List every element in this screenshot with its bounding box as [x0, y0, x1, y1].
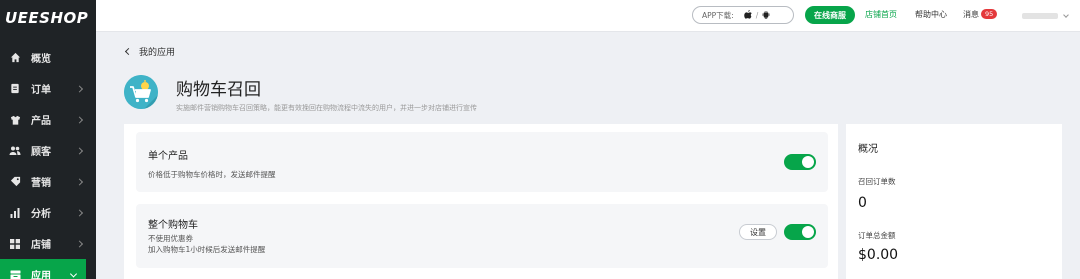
whole-cart-toggle[interactable]	[784, 224, 816, 240]
messages-link[interactable]: 消息 95	[963, 9, 998, 20]
sidebar-item-customers[interactable]: 顾客	[0, 135, 96, 166]
single-product-toggle[interactable]	[784, 154, 816, 170]
overview-title: 概况	[858, 144, 878, 155]
app-divider: /	[755, 10, 759, 20]
app-icon	[9, 269, 21, 279]
user-menu[interactable]	[1022, 13, 1058, 19]
back-arrow-icon[interactable]	[124, 47, 133, 56]
store-grid-icon	[9, 238, 21, 250]
recalled-orders-label: 召回订单数	[858, 177, 896, 186]
app-download-label: APP下载:	[702, 10, 734, 20]
online-store-button[interactable]: 在线商服	[805, 6, 855, 24]
cart-recall-app-icon	[124, 75, 158, 109]
order-icon	[9, 83, 21, 95]
sidebar-item-apps[interactable]: 应用	[0, 259, 86, 279]
setting-description: 价格低于购物车价格时，发送邮件提醒	[148, 170, 276, 179]
chevron-right-icon	[75, 177, 84, 186]
help-center-link[interactable]: 帮助中心	[915, 9, 947, 20]
sidebar-item-analytics[interactable]: 分析	[0, 197, 96, 228]
overview-card: 概况 召回订单数 0 订单总金额 $0.00	[846, 124, 1062, 279]
shop-home-link[interactable]: 店铺首页	[865, 9, 897, 20]
chevron-right-icon	[75, 115, 84, 124]
settings-card: 单个产品 价格低于购物车价格时，发送邮件提醒 整个购物车 不使用优惠券 加入购物…	[124, 124, 838, 279]
product-icon	[9, 114, 21, 126]
tag-icon	[9, 176, 21, 188]
app-download[interactable]: APP下载: /	[692, 6, 794, 24]
cart-settings-button[interactable]: 设置	[739, 224, 777, 240]
messages-count-badge: 95	[981, 9, 998, 19]
sidebar-item-label: 产品	[31, 116, 51, 127]
page-title: 购物车召回	[176, 80, 261, 100]
chevron-right-icon	[75, 146, 84, 155]
sidebar-item-label: 订单	[31, 85, 51, 96]
sidebar: UEESHOP 概览 订单 产品 顾客 营销 分析 店铺 应用	[0, 0, 96, 279]
chevron-right-icon	[75, 239, 84, 248]
setting-row-whole-cart: 整个购物车 不使用优惠券 加入购物车1小时候后发送邮件提醒 设置	[136, 204, 828, 268]
sidebar-item-label: 店铺	[31, 240, 51, 251]
page-description: 实施邮件营销购物车召回策略，能更有效挽回在购物流程中流失的用户，并进一步对店铺进…	[176, 104, 477, 112]
sidebar-item-label: 应用	[31, 271, 51, 279]
chevron-down-icon	[69, 269, 78, 278]
sidebar-item-label: 营销	[31, 178, 51, 189]
sidebar-item-label: 分析	[31, 209, 51, 220]
order-total-label: 订单总金额	[858, 231, 896, 240]
sidebar-item-orders[interactable]: 订单	[0, 73, 96, 104]
breadcrumb-back-label[interactable]: 我的应用	[139, 45, 175, 58]
brand-logo-text: UEESHOP	[5, 9, 89, 27]
setting-title: 整个购物车	[148, 220, 198, 231]
setting-description: 不使用优惠券	[148, 234, 193, 243]
setting-title: 单个产品	[148, 151, 188, 162]
sidebar-item-products[interactable]: 产品	[0, 104, 96, 135]
sidebar-item-label: 概览	[31, 54, 51, 65]
chevron-down-icon[interactable]	[1063, 12, 1069, 18]
home-icon	[9, 52, 21, 64]
chevron-right-icon	[75, 84, 84, 93]
sidebar-nav: 概览 订单 产品 顾客 营销 分析 店铺 应用	[0, 42, 96, 279]
recalled-orders-value: 0	[858, 195, 867, 211]
order-total-value: $0.00	[858, 247, 899, 263]
setting-row-single-product: 单个产品 价格低于购物车价格时，发送邮件提醒	[136, 132, 828, 192]
setting-description: 加入购物车1小时候后发送邮件提醒	[148, 245, 266, 254]
customers-icon	[9, 145, 21, 157]
sidebar-item-store[interactable]: 店铺	[0, 228, 96, 259]
sidebar-item-overview[interactable]: 概览	[0, 42, 96, 73]
chevron-right-icon	[75, 208, 84, 217]
apple-icon[interactable]	[743, 9, 752, 21]
android-icon[interactable]	[762, 10, 770, 21]
breadcrumb[interactable]: 我的应用	[124, 45, 175, 58]
sidebar-item-label: 顾客	[31, 147, 51, 158]
brand-logo[interactable]: UEESHOP	[0, 0, 96, 36]
bar-chart-icon	[9, 207, 21, 219]
messages-label: 消息	[963, 10, 979, 19]
top-bar: APP下载: / 在线商服 店铺首页 帮助中心 消息 95	[96, 0, 1080, 32]
sidebar-item-marketing[interactable]: 营销	[0, 166, 96, 197]
